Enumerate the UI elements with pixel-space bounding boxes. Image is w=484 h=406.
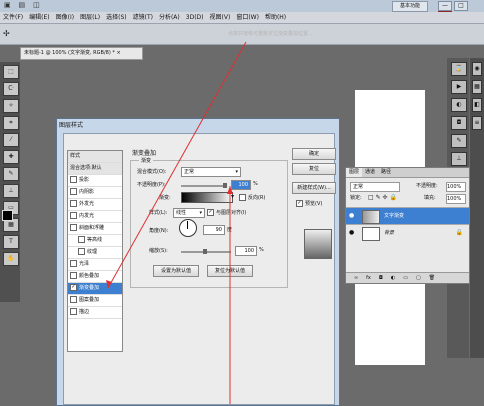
red-arrowhead <box>227 186 233 194</box>
red-arrow-to-gradient-overlay <box>107 41 247 289</box>
annotation-arrows <box>106 41 247 404</box>
